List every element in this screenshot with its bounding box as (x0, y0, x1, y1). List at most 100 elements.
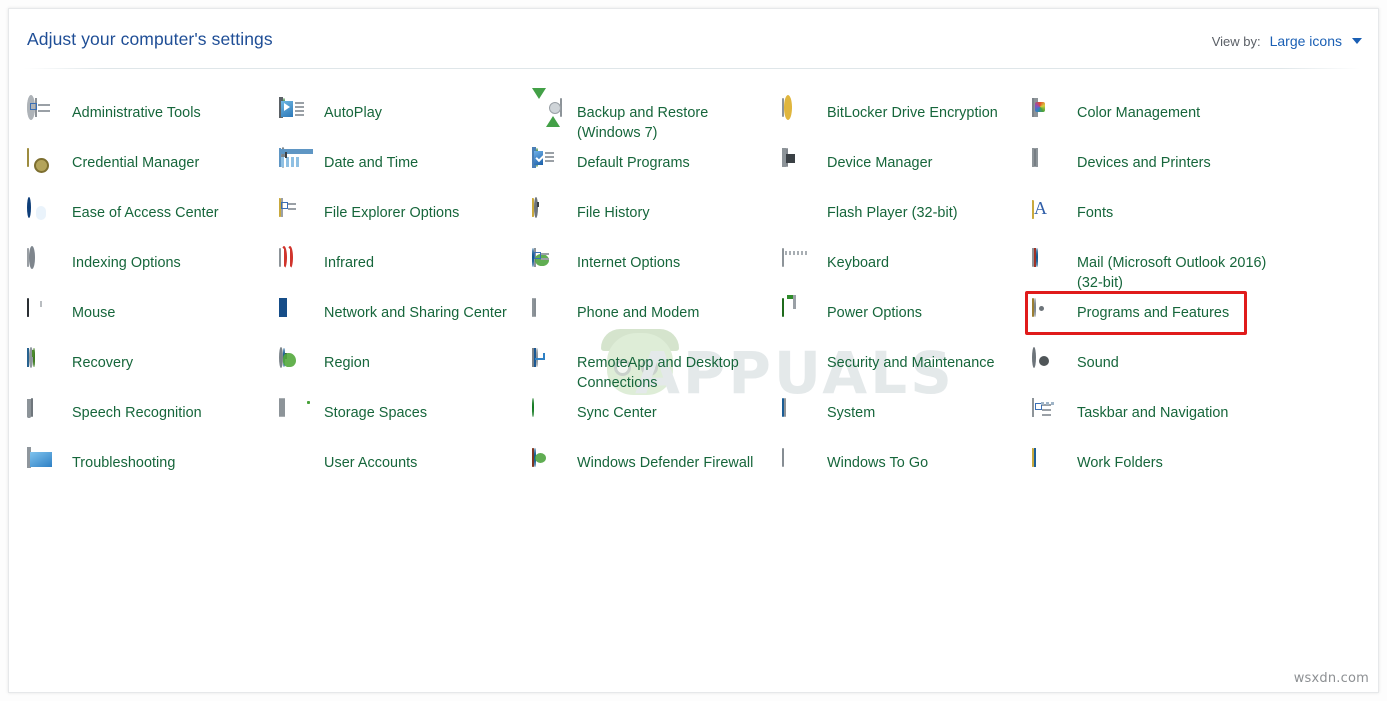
control-panel-header: Adjust your computer's settings View by:… (9, 9, 1378, 69)
screen-root: Adjust your computer's settings View by:… (0, 0, 1387, 701)
cp-item-keyboard[interactable]: Keyboard (782, 245, 1032, 295)
cp-item-label: Ease of Access Center (72, 198, 219, 223)
cp-item-label: System (827, 398, 875, 423)
cp-item-label: Devices and Printers (1077, 148, 1211, 173)
cp-item-device-manager[interactable]: Device Manager (782, 145, 1032, 195)
fonts-icon: A (1032, 199, 1066, 233)
troubleshooting-icon (27, 449, 61, 483)
cp-item-sync-center[interactable]: Sync Center (532, 395, 782, 445)
cp-item-date-and-time[interactable]: Date and Time (279, 145, 532, 195)
cp-item-work-folders[interactable]: Work Folders (1032, 445, 1312, 495)
header-divider (24, 68, 1361, 69)
cp-item-label: Keyboard (827, 248, 889, 273)
cp-item-color-management[interactable]: Color Management (1032, 95, 1312, 145)
cp-item-power-options[interactable]: Power Options (782, 295, 1032, 345)
cp-item-label: Storage Spaces (324, 398, 427, 423)
cp-item-sound[interactable]: Sound (1032, 345, 1312, 395)
cp-item-internet-options[interactable]: Internet Options (532, 245, 782, 295)
cp-item-label: Phone and Modem (577, 298, 699, 323)
cp-item-label: Sound (1077, 348, 1119, 373)
network-sharing-center-icon (279, 299, 313, 333)
cp-item-label: Indexing Options (72, 248, 181, 273)
phone-and-modem-icon (532, 299, 566, 333)
remoteapp-desktop-connections-icon (532, 349, 566, 383)
cp-item-windows-defender-firewall[interactable]: Windows Defender Firewall (532, 445, 782, 495)
indexing-options-icon (27, 249, 61, 283)
internet-options-icon (532, 249, 566, 283)
mail-outlook-icon (1032, 249, 1066, 283)
cp-item-windows-to-go[interactable]: Windows To Go (782, 445, 1032, 495)
programs-features-icon (1032, 299, 1066, 333)
sync-center-icon (532, 399, 566, 433)
cp-item-ease-of-access-center[interactable]: Ease of Access Center (27, 195, 279, 245)
page-title: Adjust your computer's settings (27, 29, 273, 50)
default-programs-icon (532, 149, 566, 183)
administrative-tools-icon (27, 99, 61, 133)
cp-item-devices-and-printers[interactable]: Devices and Printers (1032, 145, 1312, 195)
cp-item-mouse[interactable]: Mouse (27, 295, 279, 345)
cp-item-label: File History (577, 198, 650, 223)
cp-item-label: Power Options (827, 298, 922, 323)
cp-item-remoteapp-and-desktop-connections[interactable]: RemoteApp and Desktop Connections (532, 345, 782, 395)
cp-item-label: Backup and Restore (Windows 7) (577, 98, 767, 143)
cp-item-region[interactable]: Region (279, 345, 532, 395)
cp-item-label: Device Manager (827, 148, 932, 173)
cp-item-label: Programs and Features (1077, 298, 1229, 323)
cp-item-label: Security and Maintenance (827, 348, 995, 373)
view-by-value[interactable]: Large icons (1270, 33, 1342, 49)
cp-item-label: Speech Recognition (72, 398, 202, 423)
cp-item-taskbar-and-navigation[interactable]: Taskbar and Navigation (1032, 395, 1312, 445)
cp-item-label: Windows To Go (827, 448, 928, 473)
cp-item-label: User Accounts (324, 448, 417, 473)
region-icon (279, 349, 313, 383)
cp-item-default-programs[interactable]: Default Programs (532, 145, 782, 195)
cp-item-recovery[interactable]: Recovery (27, 345, 279, 395)
sound-icon (1032, 349, 1066, 383)
mouse-icon (27, 299, 61, 333)
cp-item-label: Fonts (1077, 198, 1113, 223)
cp-item-flash-player-32-bit[interactable]: f Flash Player (32-bit) (782, 195, 1032, 245)
date-and-time-icon (279, 149, 313, 183)
cp-item-bitlocker-drive-encryption[interactable]: BitLocker Drive Encryption (782, 95, 1032, 145)
chevron-down-icon[interactable] (1352, 38, 1362, 44)
cp-item-label: Mouse (72, 298, 115, 323)
cp-item-administrative-tools[interactable]: Administrative Tools (27, 95, 279, 145)
cp-item-file-history[interactable]: File History (532, 195, 782, 245)
cp-item-security-and-maintenance[interactable]: Security and Maintenance (782, 345, 1032, 395)
work-folders-icon (1032, 449, 1066, 483)
user-accounts-icon (279, 449, 313, 483)
cp-item-label: Internet Options (577, 248, 680, 273)
security-maintenance-icon (782, 349, 816, 383)
cp-item-label: Recovery (72, 348, 133, 373)
cp-item-user-accounts[interactable]: User Accounts (279, 445, 532, 495)
cp-item-label: Region (324, 348, 370, 373)
cp-item-programs-and-features[interactable]: Programs and Features (1032, 295, 1312, 345)
cp-item-network-and-sharing-center[interactable]: Network and Sharing Center (279, 295, 532, 345)
view-by-control[interactable]: View by: Large icons (1212, 33, 1362, 49)
cp-item-backup-and-restore-windows-7[interactable]: Backup and Restore (Windows 7) (532, 95, 782, 145)
cp-item-fonts[interactable]: A Fonts (1032, 195, 1312, 245)
cp-item-storage-spaces[interactable]: Storage Spaces (279, 395, 532, 445)
windows-to-go-icon (782, 449, 816, 483)
view-by-label: View by: (1212, 34, 1261, 49)
cp-item-autoplay[interactable]: AutoPlay (279, 95, 532, 145)
file-explorer-options-icon (279, 199, 313, 233)
cp-item-label: Flash Player (32-bit) (827, 198, 958, 223)
cp-item-label: Taskbar and Navigation (1077, 398, 1229, 423)
cp-item-infrared[interactable]: Infrared (279, 245, 532, 295)
cp-item-indexing-options[interactable]: Indexing Options (27, 245, 279, 295)
cp-item-file-explorer-options[interactable]: File Explorer Options (279, 195, 532, 245)
corner-watermark: wsxdn.com (1294, 671, 1369, 686)
cp-item-phone-and-modem[interactable]: Phone and Modem (532, 295, 782, 345)
flash-player-icon: f (782, 199, 816, 233)
cp-item-system[interactable]: System (782, 395, 1032, 445)
cp-item-troubleshooting[interactable]: Troubleshooting (27, 445, 279, 495)
color-management-icon (1032, 99, 1066, 133)
cp-item-label: Credential Manager (72, 148, 199, 173)
cp-item-label: RemoteApp and Desktop Connections (577, 348, 767, 393)
cp-item-credential-manager[interactable]: Credential Manager (27, 145, 279, 195)
cp-item-mail-microsoft-outlook-2016-32-bit[interactable]: Mail (Microsoft Outlook 2016) (32-bit) (1032, 245, 1312, 295)
cp-item-speech-recognition[interactable]: Speech Recognition (27, 395, 279, 445)
backup-restore-icon (532, 99, 566, 133)
infrared-icon (279, 249, 313, 283)
